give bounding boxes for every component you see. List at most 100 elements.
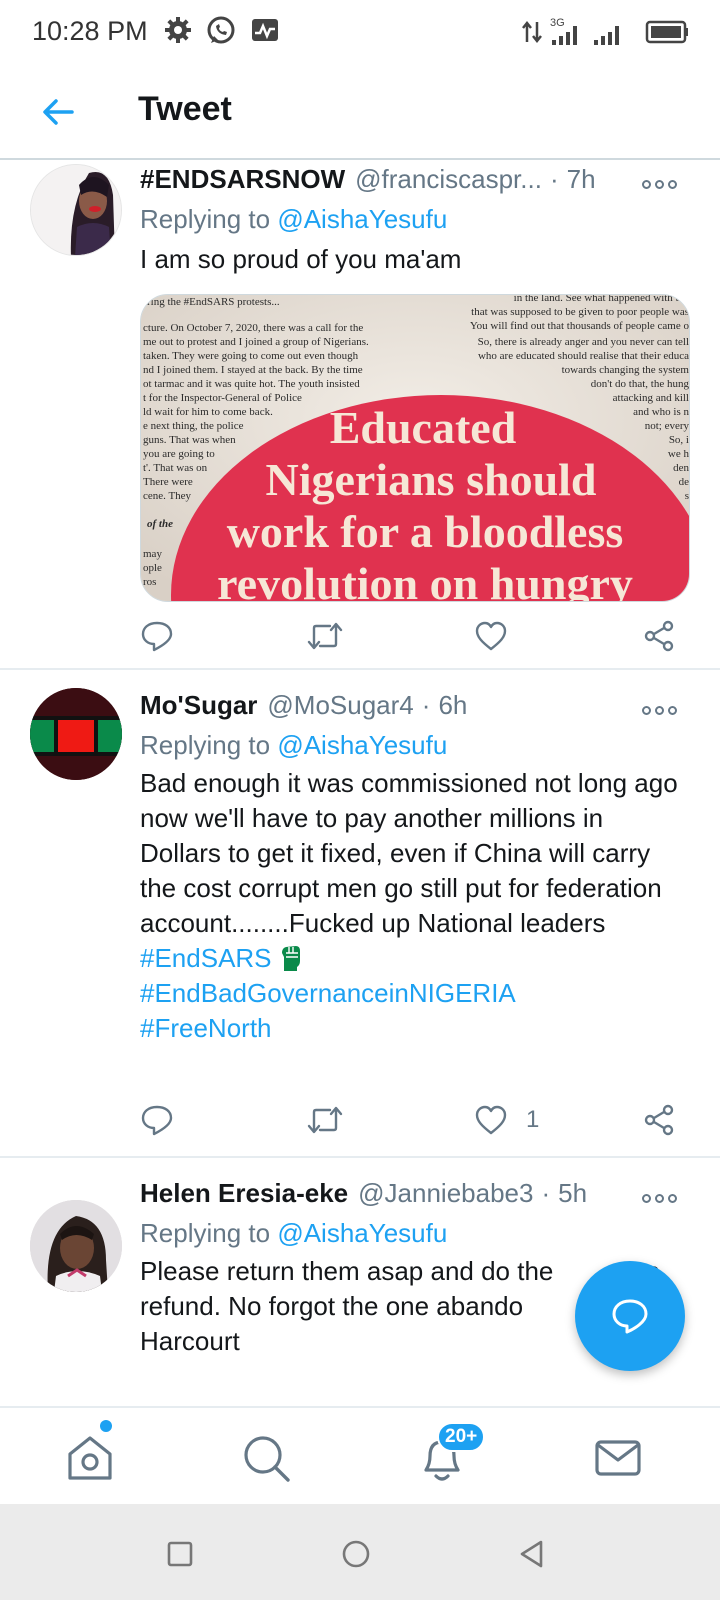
status-bar: 10:28 PM 3G — [0, 0, 720, 64]
avatar[interactable] — [30, 1200, 122, 1292]
status-notification-icons — [164, 16, 280, 46]
status-time: 10:28 PM — [32, 16, 148, 46]
reply-icon — [141, 621, 173, 652]
author-handle[interactable]: @Janniebabe3 — [358, 1178, 533, 1209]
activity-icon — [252, 19, 278, 41]
svg-text:ring the #EndSARS protests...: ring the #EndSARS protests... — [147, 296, 280, 308]
svg-text:who are educated should realis: who are educated should realise that the… — [478, 350, 689, 362]
svg-text:e next thing, the police: e next thing, the police — [143, 420, 244, 432]
author-name[interactable]: Mo'Sugar — [140, 690, 257, 721]
tweet-text: Bad enough it was commissioned not long … — [140, 766, 688, 1046]
svg-text:that was supposed to be given: that was supposed to be given to poor pe… — [471, 306, 689, 318]
compose-reply-icon — [612, 1299, 648, 1334]
reply-button[interactable] — [140, 1100, 174, 1140]
svg-text:You will find out that thousan: You will find out that thousands of peop… — [470, 320, 690, 332]
back-arrow-icon[interactable] — [36, 90, 80, 134]
svg-text:and who is n: and who is n — [633, 406, 689, 418]
tweet-time: 5h — [558, 1178, 588, 1208]
more-icon[interactable] — [642, 174, 682, 194]
svg-text:den: den — [673, 462, 689, 474]
svg-text:you are going to: you are going to — [143, 448, 215, 460]
avatar[interactable] — [30, 688, 122, 780]
svg-text:t'. That was on: t'. That was on — [143, 462, 208, 474]
svg-text:guns. That was when: guns. That was when — [143, 434, 236, 446]
svg-text:not; every: not; every — [645, 420, 690, 432]
share-icon — [644, 620, 674, 652]
home-circle-icon[interactable] — [336, 1534, 376, 1574]
retweet-icon — [307, 622, 343, 650]
like-button[interactable] — [474, 616, 508, 656]
replying-to: Replying to @AishaYesufu — [140, 1218, 447, 1249]
back-triangle-icon[interactable] — [512, 1534, 552, 1574]
more-icon[interactable] — [642, 700, 682, 720]
tweet-item[interactable]: Mo'Sugar @MoSugar4 · 6h Replying to @Ais… — [0, 672, 720, 1158]
compose-reply-button[interactable] — [575, 1261, 685, 1371]
svg-text:towards changing the system: towards changing the system — [562, 364, 690, 376]
tweet-time: 7h — [566, 164, 596, 194]
like-count: 1 — [526, 1106, 540, 1133]
avatar[interactable] — [30, 164, 122, 256]
share-button[interactable] — [642, 616, 676, 656]
search-icon[interactable] — [238, 1430, 294, 1486]
share-icon — [644, 1104, 674, 1136]
reply-mention-link[interactable]: @AishaYesufu — [277, 204, 447, 234]
settings-icon — [165, 17, 191, 43]
reply-mention-link[interactable]: @AishaYesufu — [277, 1218, 447, 1248]
svg-text:cture. On October 7, 2020, the: cture. On October 7, 2020, there was a c… — [143, 322, 363, 334]
svg-text:s: s — [685, 490, 689, 502]
reply-button[interactable] — [140, 616, 174, 656]
recents-icon[interactable] — [160, 1534, 200, 1574]
retweet-icon — [307, 1106, 343, 1134]
svg-text:ot tarmac and it was quite hot: ot tarmac and it was quite hot. The yout… — [143, 378, 360, 390]
replying-prefix: Replying to — [140, 204, 271, 234]
tweet-body: Bad enough it was commissioned not long … — [140, 768, 678, 938]
svg-text:cene. They: cene. They — [143, 490, 192, 502]
svg-text:work for a bloodless: work for a bloodless — [227, 506, 624, 557]
svg-text:taken. They were going to come: taken. They were going to come out even … — [143, 350, 359, 362]
svg-text:don't do that, the hung: don't do that, the hung — [591, 378, 690, 390]
app-header: Tweet — [0, 64, 720, 160]
svg-text:me out to protest and I joined: me out to protest and I joined a group o… — [143, 336, 369, 348]
reply-mention-link[interactable]: @AishaYesufu — [277, 730, 447, 760]
retweet-button[interactable] — [306, 616, 344, 656]
signal-icon: 3G — [550, 17, 619, 45]
messages-icon[interactable] — [590, 1430, 646, 1486]
whatsapp-icon — [207, 16, 235, 44]
author-handle[interactable]: @MoSugar4 — [267, 690, 413, 721]
author-handle[interactable]: @franciscaspr... — [355, 164, 542, 195]
svg-text:t for the Inspector-General of: t for the Inspector-General of Police — [143, 392, 302, 404]
svg-text:So, there is already anger and: So, there is already anger and you never… — [478, 336, 689, 348]
share-button[interactable] — [642, 1100, 676, 1140]
replying-to: Replying to @AishaYesufu — [140, 204, 447, 235]
tweet-item[interactable]: #ENDSARSNOW @franciscaspr... · 7h Replyi… — [0, 160, 720, 670]
svg-text:ld wait for him to come back.: ld wait for him to come back. — [143, 406, 273, 418]
svg-text:ros: ros — [143, 576, 156, 588]
author-name[interactable]: Helen Eresia-eke — [140, 1178, 348, 1209]
status-system-icons: 3G — [522, 16, 690, 48]
hashtag-link[interactable]: #FreeNorth — [140, 1011, 688, 1046]
tweet-header: Mo'Sugar @MoSugar4 · 6h — [140, 690, 680, 724]
svg-text:So, i: So, i — [669, 434, 689, 446]
retweet-button[interactable] — [306, 1100, 344, 1140]
like-button[interactable]: 1 — [474, 1100, 539, 1140]
more-icon[interactable] — [642, 1188, 682, 1208]
svg-text:of the: of the — [147, 518, 173, 530]
tweet-header: Helen Eresia-eke @Janniebabe3 · 5h — [140, 1178, 680, 1212]
tweet-actions — [140, 616, 690, 656]
svg-text:revolution on hungry: revolution on hungry — [217, 558, 633, 602]
separator-dot: · — [541, 1178, 551, 1208]
tweet-actions: 1 — [140, 1100, 690, 1140]
tweet-media-image[interactable]: ring the #EndSARS protests... cture. On … — [140, 294, 690, 602]
hashtag-link[interactable]: #EndBadGovernanceinNIGERIA — [140, 976, 688, 1011]
author-name[interactable]: #ENDSARSNOW — [140, 164, 345, 195]
replying-to: Replying to @AishaYesufu — [140, 730, 447, 761]
hashtag-link[interactable]: #EndSARS — [140, 941, 688, 976]
battery-icon — [645, 20, 688, 44]
home-icon[interactable] — [62, 1430, 118, 1486]
page-title: Tweet — [138, 90, 232, 128]
tweet-text: I am so proud of you ma'am — [140, 244, 462, 274]
network-type: 3G — [550, 17, 565, 29]
tweet-header: #ENDSARSNOW @franciscaspr... · 7h — [140, 164, 680, 198]
svg-text:attacking and kill: attacking and kill — [613, 392, 689, 404]
replying-prefix: Replying to — [140, 730, 271, 760]
